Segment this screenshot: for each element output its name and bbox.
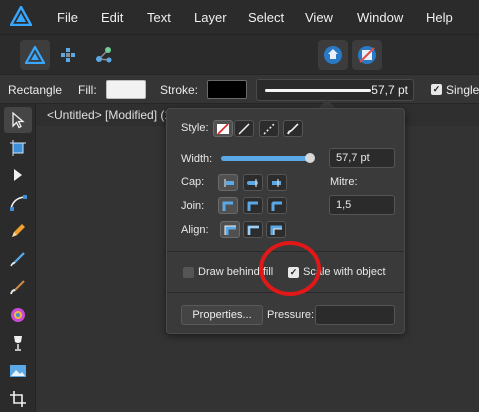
move-tool-icon[interactable]: [4, 107, 32, 133]
round-cap-icon[interactable]: [243, 174, 263, 191]
fill-tool-icon[interactable]: [4, 302, 32, 328]
fill-color-swatch[interactable]: [106, 80, 146, 99]
miter-join-icon[interactable]: [218, 197, 238, 214]
bevel-join-icon[interactable]: [267, 197, 287, 214]
stroke-width-track: [265, 89, 371, 92]
pen-tool-icon[interactable]: [4, 190, 32, 216]
brush-stroke-icon[interactable]: [283, 120, 303, 137]
align-label: Align:: [181, 224, 209, 236]
stroke-width-slider[interactable]: 57,7 pt: [256, 79, 414, 101]
width-slider[interactable]: [221, 153, 316, 163]
document-title: <Untitled> [Modified] (1: [47, 108, 172, 122]
no-stroke-icon[interactable]: [213, 120, 233, 137]
transparency-tool-icon[interactable]: [4, 330, 32, 356]
width-field[interactable]: 57,7 pt: [329, 148, 395, 168]
dashed-line-icon[interactable]: [259, 120, 279, 137]
menu-layer[interactable]: Layer: [194, 10, 227, 25]
export-persona-icon[interactable]: [89, 40, 119, 70]
affinity-designer-logo-icon: [8, 4, 34, 29]
properties-button[interactable]: Properties...: [181, 305, 263, 325]
align-outside-icon[interactable]: [266, 221, 286, 238]
context-toolbar: Rectangle Fill: Stroke: 57,7 pt ✓ Single: [0, 74, 479, 104]
fill-label: Fill:: [78, 83, 97, 97]
solid-line-icon[interactable]: [234, 120, 254, 137]
single-checkbox[interactable]: ✓: [431, 84, 442, 95]
designer-persona-icon[interactable]: [20, 40, 50, 70]
mitre-label: Mitre:: [330, 176, 358, 188]
menu-file[interactable]: File: [57, 10, 78, 25]
draw-behind-fill-checkbox[interactable]: [183, 267, 194, 278]
mitre-field[interactable]: 1,5: [329, 195, 395, 215]
pixel-persona-icon[interactable]: [53, 40, 83, 70]
node-tool-icon[interactable]: [4, 162, 32, 188]
menu-help[interactable]: Help: [426, 10, 453, 25]
menu-text[interactable]: Text: [147, 10, 171, 25]
main-toolbar: [0, 34, 479, 74]
isolation-icon[interactable]: [352, 40, 382, 70]
pencil-tool-icon[interactable]: [4, 218, 32, 244]
highlight-circle: [259, 241, 321, 296]
snapping-icon[interactable]: [318, 40, 348, 70]
width-label: Width:: [181, 153, 213, 165]
butt-cap-icon[interactable]: [218, 174, 238, 191]
cap-label: Cap:: [181, 176, 205, 188]
width-slider-handle[interactable]: [305, 153, 316, 163]
square-cap-icon[interactable]: [267, 174, 287, 191]
menu-window[interactable]: Window: [357, 10, 403, 25]
join-label: Join:: [181, 200, 205, 212]
menu-view[interactable]: View: [305, 10, 333, 25]
stroke-width-value: 57,7 pt: [371, 83, 408, 97]
tool-name-label: Rectangle: [8, 83, 63, 97]
pressure-label: Pressure:: [267, 309, 315, 321]
single-label: Single: [446, 83, 479, 97]
round-join-icon[interactable]: [243, 197, 263, 214]
width-slider-fill: [221, 156, 311, 161]
stroke-label: Stroke:: [160, 83, 199, 97]
menu-select[interactable]: Select: [248, 10, 284, 25]
paintbrush-tool-icon[interactable]: [4, 274, 32, 300]
menu-edit[interactable]: Edit: [101, 10, 123, 25]
vector-brush-tool-icon[interactable]: [4, 246, 32, 272]
menu-bar: File Edit Text Layer Select View Window …: [0, 0, 479, 34]
style-label: Style:: [181, 122, 209, 134]
tools-panel: [0, 104, 36, 412]
artboard-tool-icon[interactable]: [4, 135, 32, 161]
crop-tool-icon[interactable]: [4, 386, 32, 412]
stroke-panel: Style: Width: 57,7 pt Cap: Mitre: Join: …: [166, 108, 405, 334]
align-inside-icon[interactable]: [220, 221, 240, 238]
place-image-tool-icon[interactable]: [4, 358, 32, 384]
stroke-color-swatch[interactable]: [207, 80, 247, 99]
align-center-icon[interactable]: [243, 221, 263, 238]
pressure-graph[interactable]: [315, 305, 395, 325]
